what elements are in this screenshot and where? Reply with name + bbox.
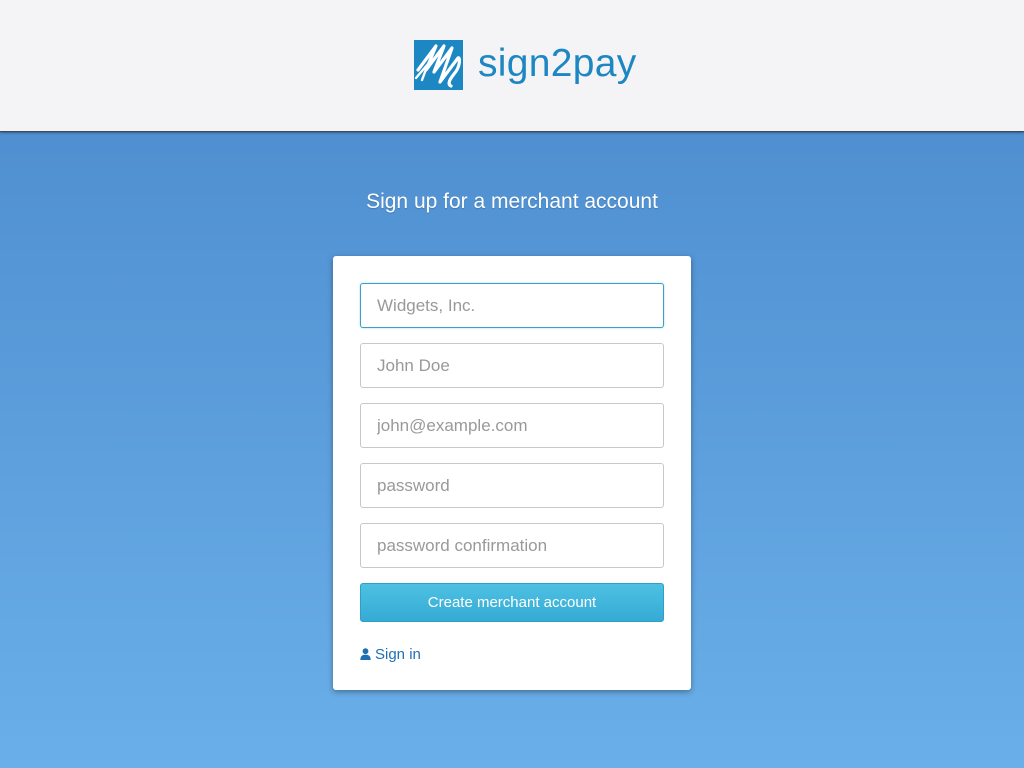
email-input[interactable] xyxy=(360,403,664,448)
password-input[interactable] xyxy=(360,463,664,508)
signup-form-card: Create merchant account Sign in xyxy=(333,256,691,690)
brand-name-part1: sign xyxy=(478,41,551,85)
signature-mark-icon xyxy=(414,40,463,90)
brand-logo[interactable]: sign2pay xyxy=(414,40,637,90)
sign-in-link[interactable]: Sign in xyxy=(360,645,421,663)
brand-wordmark: sign2pay xyxy=(478,44,637,83)
create-merchant-account-button[interactable]: Create merchant account xyxy=(360,583,664,622)
top-header: sign2pay xyxy=(0,0,1024,132)
brand-name-part3: pay xyxy=(572,41,637,85)
company-name-input[interactable] xyxy=(360,283,664,328)
user-icon xyxy=(360,648,371,660)
full-name-input[interactable] xyxy=(360,343,664,388)
page-title: Sign up for a merchant account xyxy=(366,190,658,213)
brand-name-part2: 2 xyxy=(550,41,573,85)
password-confirmation-input[interactable] xyxy=(360,523,664,568)
sign-in-label: Sign in xyxy=(375,645,421,663)
